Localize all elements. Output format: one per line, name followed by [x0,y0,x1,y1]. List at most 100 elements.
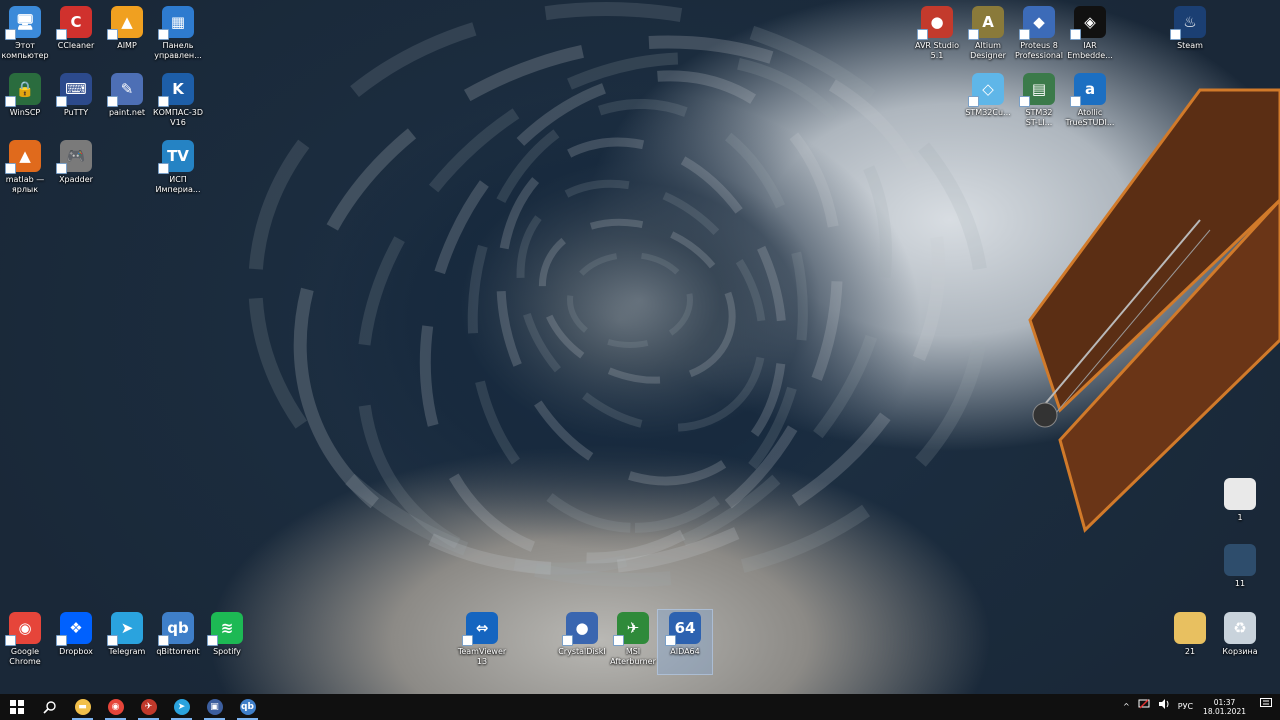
qbittorrent-icon: qb [239,699,256,715]
folder-21-icon [1174,612,1206,644]
iar-icon: ◈ [1070,6,1106,40]
desktop-icon-label: Spotify [213,647,241,656]
search-button[interactable] [33,694,66,720]
language-indicator[interactable]: РУС [1174,694,1197,720]
desktop-icon-google-chrome[interactable]: ◉ Google Chrome [0,610,52,674]
desktop-icon-stm32cube[interactable]: ◇ STM32Cu... [961,71,1015,135]
desktop-icon-label: Altium Designer [970,41,1006,60]
dropbox-icon: ❖ [56,612,92,646]
recycle-bin-icon: ♻ [1224,612,1256,644]
desktop-icon-this-pc[interactable]: 🖥 Этот компьютер [0,4,52,68]
desktop-icon-aimp[interactable]: ▲ AIMP [100,4,154,68]
desktop-icon-label: paint.net [108,108,146,117]
desktop-icon-steam[interactable]: ♨ Steam [1163,4,1217,68]
atollic-icon: a [1070,73,1106,107]
desktop-icon-label: Панель управлен... [154,41,202,60]
avr-studio-icon: ● [917,6,953,40]
telegram-icon: ➤ [107,612,143,646]
desktop-icon-file-11[interactable]: 11 [1213,542,1267,606]
desktop-icon-label: Atollic TrueSTUDI... [1065,108,1115,127]
this-pc-icon: 🖥 [5,6,41,40]
desktop-icon-label: IAR Embedde... [1067,41,1113,60]
matlab-icon: ▲ [5,140,41,174]
desktop-icon-avr-studio[interactable]: ● AVR Studio 5.1 [910,4,964,68]
desktop-icon-label: Корзина [1222,647,1258,656]
desktop-icon-label: Xpadder [59,175,93,184]
desktop-icon-proteus[interactable]: ◆ Proteus 8 Professional [1012,4,1066,68]
desktop-icon-label: MSI Afterburner [610,647,656,666]
desktop-icon-matlab[interactable]: ▲ matlab — ярлык [0,138,52,202]
desktop-icon-telegram[interactable]: ➤ Telegram [100,610,154,674]
desktop-icon-ccleaner[interactable]: C CCleaner [49,4,103,68]
taskbar-app-qbittorrent[interactable]: qb [231,694,264,720]
desktop-icon-aida64[interactable]: 64 AIDA64 [657,609,713,675]
aida64-icon: 64 [665,612,701,646]
desktop-icon-recycle-bin[interactable]: ♻ Корзина [1213,610,1267,674]
volume-icon[interactable] [1154,694,1174,720]
taskbar-app-app-3[interactable]: ✈ [132,694,165,720]
desktop-icon-label: Steam [1177,41,1203,50]
desktop-icon-altium[interactable]: A Altium Designer [961,4,1015,68]
telegram-icon: ➤ [173,699,190,715]
search-icon [42,701,56,714]
desktop-icon-putty[interactable]: ⌨ PuTTY [49,71,103,135]
app-5-icon: ▣ [206,699,223,715]
desktop-icon-spotify[interactable]: ≋ Spotify [200,610,254,674]
desktop-icon-paintnet[interactable]: ✎ paint.net [100,71,154,135]
winscp-icon: 🔒 [5,73,41,107]
desktop-icon-file-1[interactable]: 1 [1213,476,1267,540]
control-panel-icon: ▦ [158,6,194,40]
desktop-icon-label: STM32Cu... [965,108,1011,117]
desktop-icon-label: Dropbox [59,647,93,656]
desktop-icon-label: WinSCP [9,108,41,117]
desktop-icon-stm32-st-link[interactable]: ▤ STM32 ST-LI... [1012,71,1066,135]
desktop-icon-dropbox[interactable]: ❖ Dropbox [49,610,103,674]
desktop-icon-isp-imperia[interactable]: TV ИСП Империа... [151,138,205,202]
file-11-icon [1224,544,1256,576]
desktop-icon-label: Proteus 8 Professional [1014,41,1064,60]
desktop-icon-control-panel[interactable]: ▦ Панель управлен... [151,4,205,68]
taskbar-app-telegram[interactable]: ➤ [165,694,198,720]
xpadder-icon: 🎮 [56,140,92,174]
desktop-icon-label: КОМПАС-3D V16 [152,108,204,127]
taskbar-app-chrome[interactable]: ◉ [99,694,132,720]
desktop-icon-label: STM32 ST-LI... [1025,108,1053,127]
desktop-icon-folder-21[interactable]: 21 [1163,610,1217,674]
desktop-icon-atollic[interactable]: a Atollic TrueSTUDI... [1063,71,1117,135]
desktop-icon-winscp[interactable]: 🔒 WinSCP [0,71,52,135]
explorer-icon: ▬ [74,699,91,715]
taskbar-app-explorer[interactable]: ▬ [66,694,99,720]
desktop-icon-crystaldisk[interactable]: ● CrystalDiskI [555,610,609,674]
clock[interactable]: 01:37 18.01.2021 [1197,698,1252,716]
qbittorrent-icon: qb [158,612,194,646]
stm32cube-icon: ◇ [968,73,1004,107]
notifications-icon[interactable] [1252,694,1280,720]
altium-icon: A [968,6,1004,40]
desktop-icon-label: PuTTY [63,108,89,117]
desktop-icon-label: ИСП Империа... [155,175,201,194]
google-chrome-icon: ◉ [5,612,41,646]
desktop-icon-label: CrystalDiskI [558,647,606,656]
tray-chevron-icon[interactable]: ^ [1119,694,1134,720]
putty-icon: ⌨ [56,73,92,107]
desktop-icon-xpadder[interactable]: 🎮 Xpadder [49,138,103,202]
desktop-icon-label: AIDA64 [670,647,700,656]
desktop-icon-label: Этот компьютер [1,41,49,60]
system-tray: ^ РУС 01:37 18.01.2021 [1119,694,1280,720]
desktop-icon-qbittorrent[interactable]: qb qBittorrent [151,610,205,674]
file-1-icon [1224,478,1256,510]
desktop-icon-label: AVR Studio 5.1 [914,41,959,60]
taskbar-app-app-5[interactable]: ▣ [198,694,231,720]
desktop-icon-msi-afterburner[interactable]: ✈ MSI Afterburner [606,610,660,674]
start-button[interactable] [0,694,33,720]
isp-imperia-icon: TV [158,140,194,174]
network-icon[interactable] [1134,694,1154,720]
desktop-icon-label: Telegram [108,647,146,656]
aimp-icon: ▲ [107,6,143,40]
paintnet-icon: ✎ [107,73,143,107]
desktop-icon-kompas[interactable]: K КОМПАС-3D V16 [151,71,205,135]
desktop-icon-label: Google Chrome [9,647,41,666]
desktop-icon-label: matlab — ярлык [5,175,45,194]
desktop-icon-iar[interactable]: ◈ IAR Embedde... [1063,4,1117,68]
desktop-icon-teamviewer[interactable]: ⇔ TeamViewer 13 [455,610,509,674]
